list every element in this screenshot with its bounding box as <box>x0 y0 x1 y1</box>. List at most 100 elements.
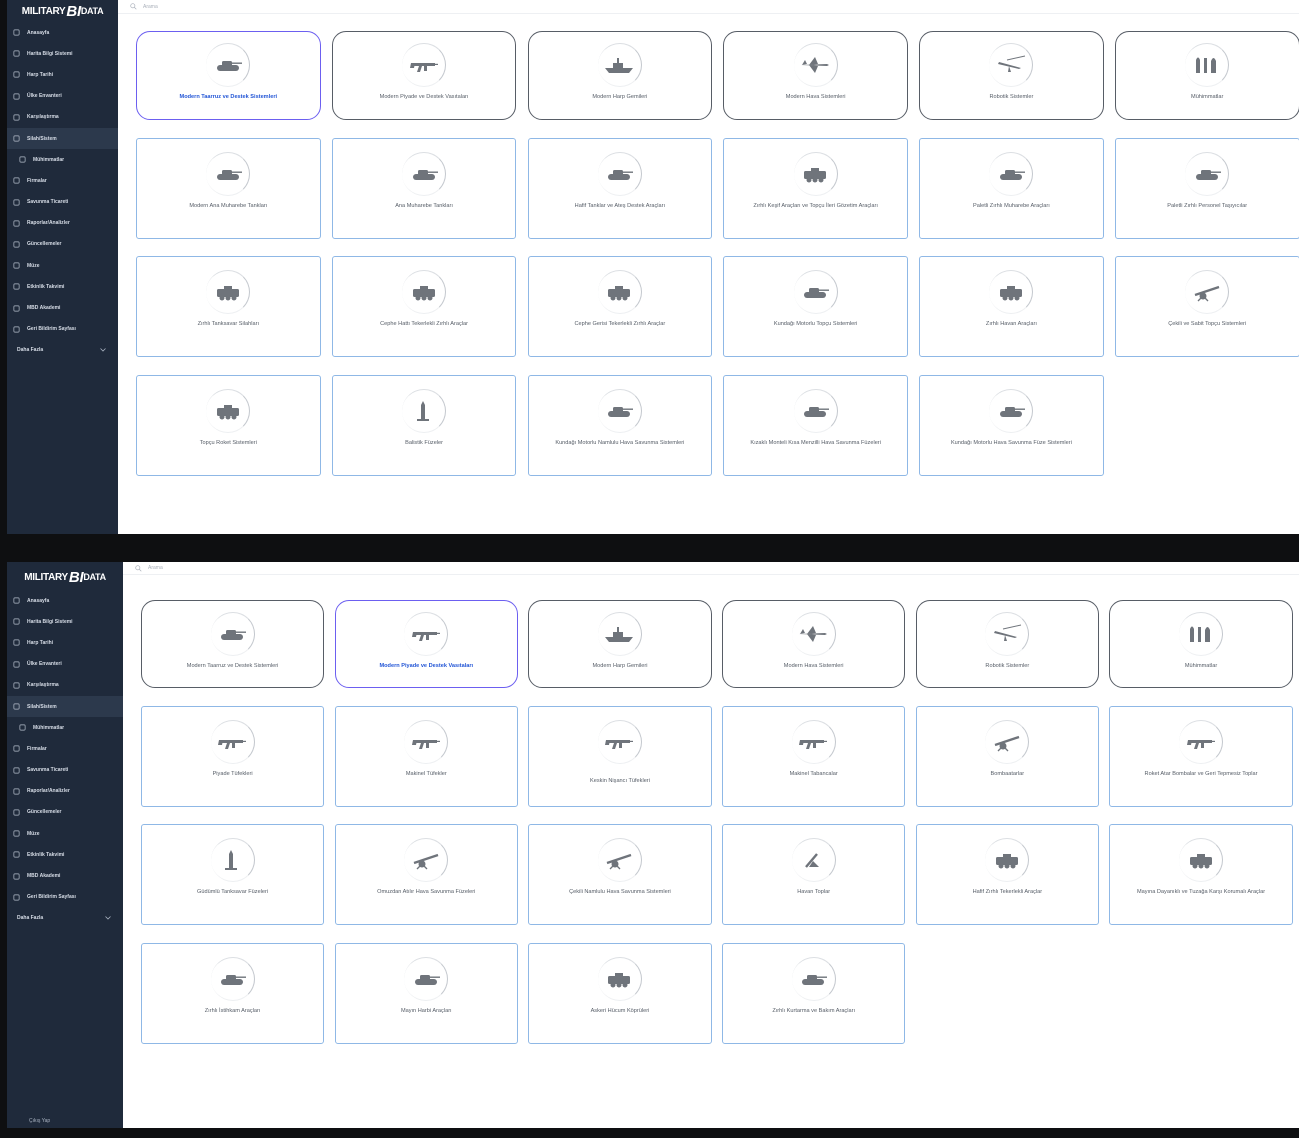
search-input[interactable]: Arama <box>143 4 158 10</box>
subcategory-card[interactable]: Çekili Namlulu Hava Savunma Sistemleri <box>528 824 712 925</box>
subcategory-label: Roket Atar Bombalar ve Geri Tepmesiz Top… <box>1144 770 1258 777</box>
icon-circle <box>402 151 447 196</box>
sidebar-item-bullet[interactable]: Mühimmatlar <box>7 717 123 738</box>
category-card[interactable]: Modern Piyade ve Destek Vasıtaları <box>334 600 518 688</box>
sidebar-item-factory[interactable]: Firmalar <box>7 738 123 759</box>
category-card[interactable]: Mühimmatlar <box>1114 31 1299 120</box>
subcategory-card[interactable]: Kızaklı Monteli Kısa Menzilli Hava Savun… <box>723 374 908 476</box>
subcategory-card[interactable]: Zırhlı Kurtarma ve Bakım Araçları <box>722 942 906 1044</box>
subcategory-card[interactable]: Topçu Roket Sistemleri <box>136 374 321 476</box>
category-card[interactable]: Robotik Sistemler <box>919 31 1104 120</box>
subcategory-card[interactable]: Omuzdan Atılır Hava Savunma Füzeleri <box>334 824 518 925</box>
sidebar-item-trade[interactable]: Savunma Ticareti <box>7 192 118 213</box>
subcategory-card[interactable]: Hafif Tanklar ve Ateş Destek Araçları <box>527 137 713 239</box>
more-menu[interactable]: Daha Fazla <box>7 908 123 929</box>
rocket-launcher-icon <box>216 404 239 419</box>
category-label: Modern Hava Sistemleri <box>785 94 846 100</box>
search-bar[interactable]: Arama <box>123 562 1299 575</box>
sidebar-item-map[interactable]: Harp Tarihi <box>7 64 118 85</box>
sidebar-item-refresh[interactable]: Güncellemeler <box>7 802 123 823</box>
logout-link[interactable]: Çıkış Yap <box>7 1116 123 1128</box>
subcategory-card[interactable]: Zırhlı Havan Araçları <box>919 256 1104 357</box>
sidebar-item-shield[interactable]: Silah/Sistem <box>7 127 118 150</box>
subcategory-card[interactable]: Kundağı Motorlu Namlulu Hava Savunma Sis… <box>527 374 713 476</box>
subcategory-card[interactable]: Roket Atar Bombalar ve Geri Tepmesiz Top… <box>1109 705 1293 807</box>
subcategory-card[interactable]: Piyade Tüfekleri <box>141 705 325 807</box>
sidebar-item-chart-line[interactable]: Karşılaştırma <box>7 675 123 696</box>
sidebar-item-chart-line[interactable]: Karşılaştırma <box>7 107 118 128</box>
bullet-icon <box>19 724 25 731</box>
sidebar-item-calendar[interactable]: Etkinlik Takvimi <box>7 844 123 865</box>
subcategory-card[interactable]: Keskin Nişancı Tüfekleri <box>528 705 712 807</box>
subcategory-card[interactable]: Zırhlı Tanksavar Silahları <box>136 256 321 357</box>
sidebar-item-label: MBD Akademi <box>27 873 61 880</box>
tank-icon <box>221 630 247 640</box>
icon-circle <box>989 43 1034 87</box>
sidebar-item-feedback[interactable]: Geri Bildirim Sayfası <box>7 887 123 908</box>
category-card[interactable]: Modern Hava Sistemleri <box>723 31 908 120</box>
sidebar-item-label: Müze <box>27 262 40 269</box>
sidebar-item-flag[interactable]: Ülke Envanteri <box>7 86 118 107</box>
subcategory-card[interactable]: Mayın Harbi Araçları <box>334 942 518 1044</box>
category-card[interactable]: Modern Harp Gemileri <box>528 600 712 688</box>
sidebar-item-report[interactable]: Raporlar/Analizler <box>7 781 123 802</box>
sidebar-item-trade[interactable]: Savunma Ticareti <box>7 760 123 781</box>
subcategory-card[interactable]: Makinel Tüfekler <box>334 705 518 807</box>
report-icon <box>13 788 19 795</box>
search-input[interactable]: Arama <box>148 565 163 571</box>
subcategory-card[interactable]: Kundağı Motorlu Topçu Sistemleri <box>723 256 908 357</box>
logo[interactable]: MILITARY BI DATA <box>7 0 118 22</box>
icon-circle <box>210 719 255 764</box>
sidebar-item-feedback[interactable]: Geri Bildirim Sayfası <box>7 319 118 340</box>
category-card[interactable]: Modern Piyade ve Destek Vasıtaları <box>331 31 517 120</box>
subcategory-card[interactable]: Mayına Dayanıklı ve Tuzağa Karşı Korumal… <box>1109 824 1293 925</box>
sidebar-item-shield[interactable]: Silah/Sistem <box>7 695 123 718</box>
sidebar-item-calendar[interactable]: Etkinlik Takvimi <box>7 276 118 297</box>
sidebar-item-flag[interactable]: Ülke Envanteri <box>7 654 123 675</box>
sidebar-item-factory[interactable]: Firmalar <box>7 170 118 191</box>
sidebar-item-home[interactable]: Anasayfa <box>7 22 118 43</box>
subcategory-card[interactable]: Paletli Zırhlı Muharebe Araçları <box>919 137 1104 239</box>
sidebar-item-globe[interactable]: Harita Bilgi Sistemi <box>7 611 123 632</box>
smg-icon <box>799 739 828 749</box>
sidebar-item-map[interactable]: Harp Tarihi <box>7 632 123 653</box>
subcategory-card[interactable]: Modern Ana Muharebe Tankları <box>136 137 321 239</box>
subcategory-card[interactable]: Cephe Hattı Tekerlekli Zırhlı Araçlar <box>331 256 517 357</box>
subcategory-card[interactable]: Bombaatarlar <box>915 705 1099 807</box>
sidebar-item-refresh[interactable]: Güncellemeler <box>7 234 118 255</box>
subcategory-card[interactable]: Zırhlı Keşif Araçları ve Topçu İleri Göz… <box>723 137 908 239</box>
subcategory-card[interactable]: Zırhlı İstihkam Araçları <box>141 942 325 1044</box>
sidebar-item-bullet[interactable]: Mühimmatlar <box>7 149 118 170</box>
category-card[interactable]: Modern Harp Gemileri <box>527 31 713 120</box>
subcategory-card[interactable]: Cephe Gerisi Tekerlekli Zırhlı Araçlar <box>527 256 713 357</box>
subcategory-card[interactable]: Güdümlü Tanksavar Füzeleri <box>141 824 325 925</box>
sidebar-item-museum[interactable]: Müze <box>7 255 118 276</box>
subcategory-card[interactable]: Kundağı Motorlu Hava Savunma Füze Sistem… <box>919 374 1104 476</box>
sidebar-item-academy[interactable]: MBD Akademi <box>7 865 123 886</box>
search-bar[interactable]: Arama <box>118 0 1299 14</box>
more-menu[interactable]: Daha Fazla <box>7 340 118 361</box>
subcategory-card[interactable]: Paletli Zırhlı Personel Taşıyıcılar <box>1114 137 1299 239</box>
icon-circle <box>791 719 836 764</box>
subcategory-card[interactable]: Makinel Tabancalar <box>722 705 906 807</box>
category-card[interactable]: Modern Hava Sistemleri <box>722 600 906 688</box>
sidebar-item-museum[interactable]: Müze <box>7 823 123 844</box>
subcategory-card[interactable]: Havan Toplar <box>722 824 906 925</box>
logo[interactable]: MILITARY BI DATA <box>7 564 123 590</box>
category-card[interactable]: Robotik Sistemler <box>915 600 1099 688</box>
sidebar-item-globe[interactable]: Harita Bilgi Sistemi <box>7 43 118 64</box>
subcategory-label: Kundağı Motorlu Topçu Sistemleri <box>773 321 858 327</box>
sidebar-item-academy[interactable]: MBD Akademi <box>7 297 118 318</box>
subcategory-label: Kızaklı Monteli Kısa Menzilli Hava Savun… <box>750 439 881 446</box>
subcategory-card[interactable]: Ana Muharebe Tankları <box>331 137 517 239</box>
sidebar-item-home[interactable]: Anasayfa <box>7 590 123 611</box>
subcategory-card[interactable]: Balistik Füzeler <box>331 374 517 476</box>
subcategory-card[interactable]: Çekili ve Sabit Topçu Sistemleri <box>1114 256 1299 357</box>
subcategory-card[interactable]: Hafif Zırhlı Tekerlekli Araçlar <box>915 824 1099 925</box>
sidebar-item-report[interactable]: Raporlar/Analizler <box>7 213 118 234</box>
category-card[interactable]: Modern Taarruz ve Destek Sistemleri <box>136 31 321 120</box>
category-card[interactable]: Modern Taarruz ve Destek Sistemleri <box>141 600 325 688</box>
category-card[interactable]: Mühimmatlar <box>1109 600 1293 688</box>
subcategory-label: Makinel Tabancalar <box>789 770 838 777</box>
subcategory-card[interactable]: Askeri Hücum Köprüleri <box>528 942 712 1044</box>
